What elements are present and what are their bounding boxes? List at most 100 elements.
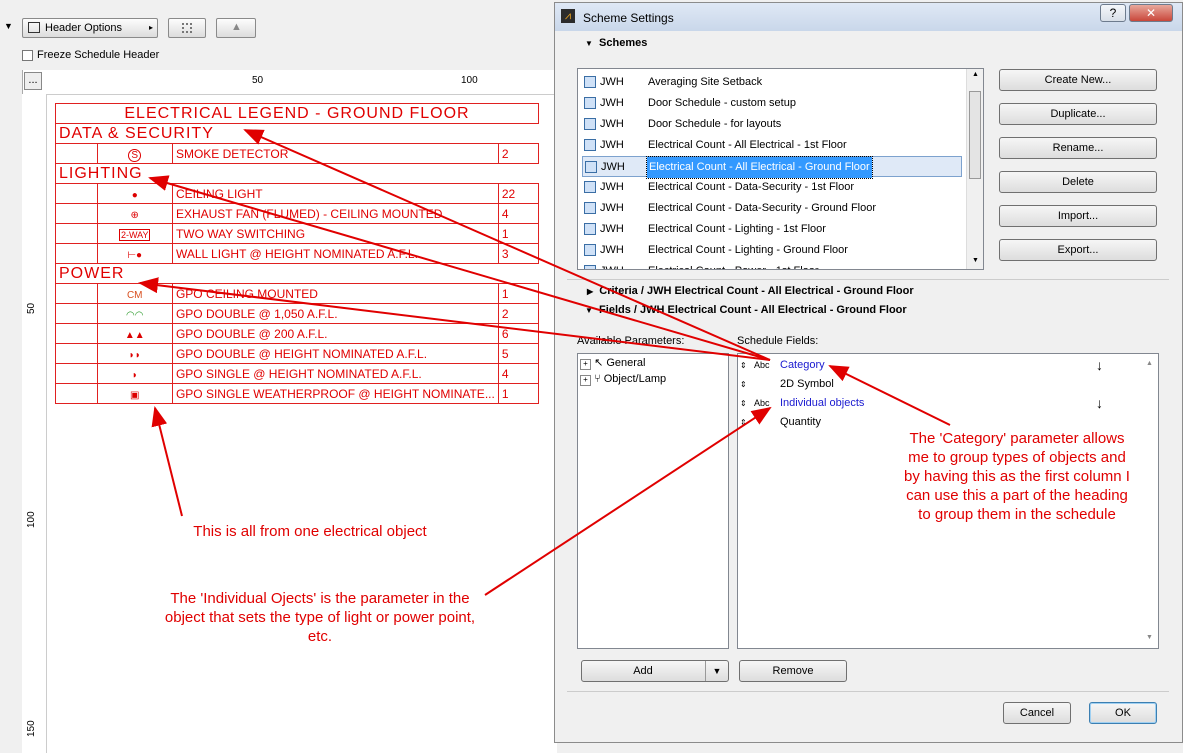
scheme-list-item[interactable]: JWH Door Schedule - custom setup	[582, 93, 962, 114]
table-row[interactable]: ◗ GPO SINGLE @ HEIGHT NOMINATED A.F.L. 4	[55, 363, 540, 384]
schedule-field-row[interactable]: ⇕ Abc Category ↓	[740, 356, 1140, 375]
scheme-name: Door Schedule - custom setup	[648, 97, 796, 109]
scheme-owner: JWH	[600, 118, 624, 130]
table-row[interactable]: S SMOKE DETECTOR 2	[55, 143, 540, 164]
scheme-name: Electrical Count - Lighting - Ground Flo…	[648, 244, 848, 256]
reorder-icon[interactable]: ⇕	[740, 413, 747, 432]
up-button[interactable]: ▲	[216, 18, 256, 38]
scheme-name: Electrical Count - All Electrical - Grou…	[646, 156, 873, 179]
schemes-scrollbar[interactable]: ▲ ▼	[966, 69, 983, 269]
rename-button[interactable]: Rename...	[999, 137, 1157, 159]
help-icon: ?	[1109, 6, 1117, 20]
expand-icon[interactable]: +	[580, 375, 591, 386]
field-name: Individual objects	[780, 397, 865, 409]
table-row[interactable]: ▲▲ GPO DOUBLE @ 200 A.F.L. 6	[55, 323, 540, 344]
table-row[interactable]: 2-WAY TWO WAY SWITCHING 1	[55, 223, 540, 244]
scroll-thumb[interactable]	[969, 91, 981, 179]
close-button[interactable]: ✕	[1129, 4, 1173, 22]
table-row[interactable]: ◠◠ GPO DOUBLE @ 1,050 A.F.L. 2	[55, 303, 540, 324]
fit-button[interactable]	[168, 18, 206, 38]
table-row[interactable]: ● CEILING LIGHT 22	[55, 183, 540, 204]
cancel-button[interactable]: Cancel	[1003, 702, 1071, 724]
schemes-list[interactable]: JWH Averaging Site Setback JWH Door Schedul…	[577, 68, 984, 270]
table-row[interactable]: ⊕ EXHAUST FAN (FLUMED) - CEILING MOUNTED 4	[55, 203, 540, 224]
section-heading-power: POWER	[55, 263, 539, 284]
scheme-list-item[interactable]: JWH Electrical Count - Lighting - 1st Flo…	[582, 219, 962, 240]
schedule-icon	[584, 76, 596, 88]
field-type: Abc	[754, 360, 770, 370]
ceiling-light-symbol-icon: ●	[131, 189, 138, 201]
scheme-name: Electrical Count - All Electrical - 1st …	[648, 139, 847, 151]
add-button[interactable]: Add ▼	[581, 660, 729, 682]
scroll-up-icon[interactable]: ▲	[1146, 360, 1153, 367]
scroll-up-icon[interactable]: ▲	[972, 71, 979, 78]
exhaust-fan-symbol-icon: ⊕	[130, 209, 139, 221]
expand-icon[interactable]: +	[580, 359, 591, 370]
scheme-list-item[interactable]: JWH Electrical Count - Data-Security - Gr…	[582, 198, 962, 219]
two-way-switch-symbol-icon: 2-WAY	[118, 228, 151, 241]
schedule-field-row[interactable]: ⇕ Abc Individual objects ↓	[740, 394, 1140, 413]
table-row[interactable]: ◗◗ GPO DOUBLE @ HEIGHT NOMINATED A.F.L. 5	[55, 343, 540, 364]
scheme-list-item[interactable]: JWH Electrical Count - Data-Security - 1s…	[582, 177, 962, 198]
help-button[interactable]: ?	[1100, 4, 1126, 22]
annotation-individual-objects: The 'Individual Ojects' is the parameter…	[164, 590, 476, 645]
scheme-list-item[interactable]: JWH Door Schedule - for layouts	[582, 114, 962, 135]
divider	[567, 279, 1169, 280]
tree-item-object-lamp[interactable]: + ⑂ Object/Lamp	[580, 370, 666, 389]
ok-button[interactable]: OK	[1089, 702, 1157, 724]
table-row[interactable]: CM GPO CEILING MOUNTED 1	[55, 283, 540, 304]
corner-button[interactable]: ...	[24, 72, 42, 90]
criteria-heading[interactable]: ▶ Criteria / JWH Electrical Count - All …	[587, 285, 914, 297]
duplicate-button[interactable]: Duplicate...	[999, 103, 1157, 125]
field-name: Quantity	[780, 416, 821, 428]
table-row[interactable]: ⊢● WALL LIGHT @ HEIGHT NOMINATED A.F.L. 3	[55, 243, 540, 264]
schedule-field-row[interactable]: ⇕ 2D Symbol	[740, 375, 1140, 394]
create-new-button[interactable]: Create New...	[999, 69, 1157, 91]
row-quantity: 4	[497, 203, 540, 224]
schemes-heading[interactable]: ▼ Schemes	[585, 37, 647, 49]
scheme-list-item[interactable]: JWH Electrical Count - All Electrical - 1…	[582, 135, 962, 156]
field-name: 2D Symbol	[780, 378, 834, 390]
table-icon	[28, 22, 40, 33]
scheme-list-item[interactable]: JWH Averaging Site Setback	[582, 72, 962, 93]
row-description: SMOKE DETECTOR	[171, 143, 499, 164]
reorder-icon[interactable]: ⇕	[740, 394, 747, 413]
dialog-titlebar[interactable]: ⩘ Scheme Settings ? ✕	[555, 3, 1182, 31]
smoke-detector-symbol-icon: S	[128, 148, 142, 162]
import-button[interactable]: Import...	[999, 205, 1157, 227]
schedule-icon	[584, 139, 596, 151]
row-description: TWO WAY SWITCHING	[171, 223, 499, 244]
table-row[interactable]: ▣ GPO SINGLE WEATHERPROOF @ HEIGHT NOMINA…	[55, 383, 540, 404]
export-button[interactable]: Export...	[999, 239, 1157, 261]
row-quantity: 4	[497, 363, 540, 384]
reorder-icon[interactable]: ⇕	[740, 375, 747, 394]
header-options-button[interactable]: Header Options ▸	[22, 18, 158, 38]
chair-icon: ⑂	[594, 373, 601, 385]
scheme-name: Electrical Count - Data-Security - 1st F…	[648, 181, 855, 193]
annotation-category: The 'Category' parameter allows me to gr…	[904, 430, 1130, 523]
ruler-label-100: 100	[461, 75, 478, 86]
scheme-list-item[interactable]: JWH Electrical Count - Lighting - Ground …	[582, 240, 962, 261]
freeze-checkbox[interactable]	[22, 50, 33, 61]
dropdown-arrow-icon[interactable]: ▼	[705, 661, 728, 681]
delete-button[interactable]: Delete	[999, 171, 1157, 193]
reorder-icon[interactable]: ⇕	[740, 356, 747, 375]
collapse-arrow-icon[interactable]: ▼	[4, 21, 13, 31]
scroll-down-icon[interactable]: ▼	[972, 257, 979, 264]
annotation-one-object: This is all from one electrical object	[193, 523, 427, 540]
scheme-list-item[interactable]: JWH Electrical Count - Power - 1st Floor	[582, 261, 962, 269]
sort-icon[interactable]: ↓	[1096, 394, 1103, 413]
scheme-list-item[interactable]: JWH Electrical Count - All Electrical - G…	[582, 156, 962, 179]
fields-heading[interactable]: ▼ Fields / JWH Electrical Count - All El…	[585, 304, 907, 316]
section-heading-data-security: DATA & SECURITY	[55, 123, 539, 144]
cursor-icon: ↖	[594, 357, 604, 369]
horizontal-ruler: 50 100	[46, 70, 556, 95]
remove-button[interactable]: Remove	[739, 660, 847, 682]
electrical-schedule-table[interactable]: ELECTRICAL LEGEND - GROUND FLOOR DATA & …	[55, 103, 540, 404]
row-quantity: 22	[497, 183, 540, 204]
sort-icon[interactable]: ↓	[1096, 356, 1103, 375]
available-parameters-tree[interactable]: + ↖ General + ⑂ Object/Lamp	[577, 353, 729, 649]
scheme-owner: JWH	[600, 244, 624, 256]
scroll-down-icon[interactable]: ▼	[1146, 634, 1153, 641]
collapsed-arrow-icon: ▶	[587, 287, 594, 296]
